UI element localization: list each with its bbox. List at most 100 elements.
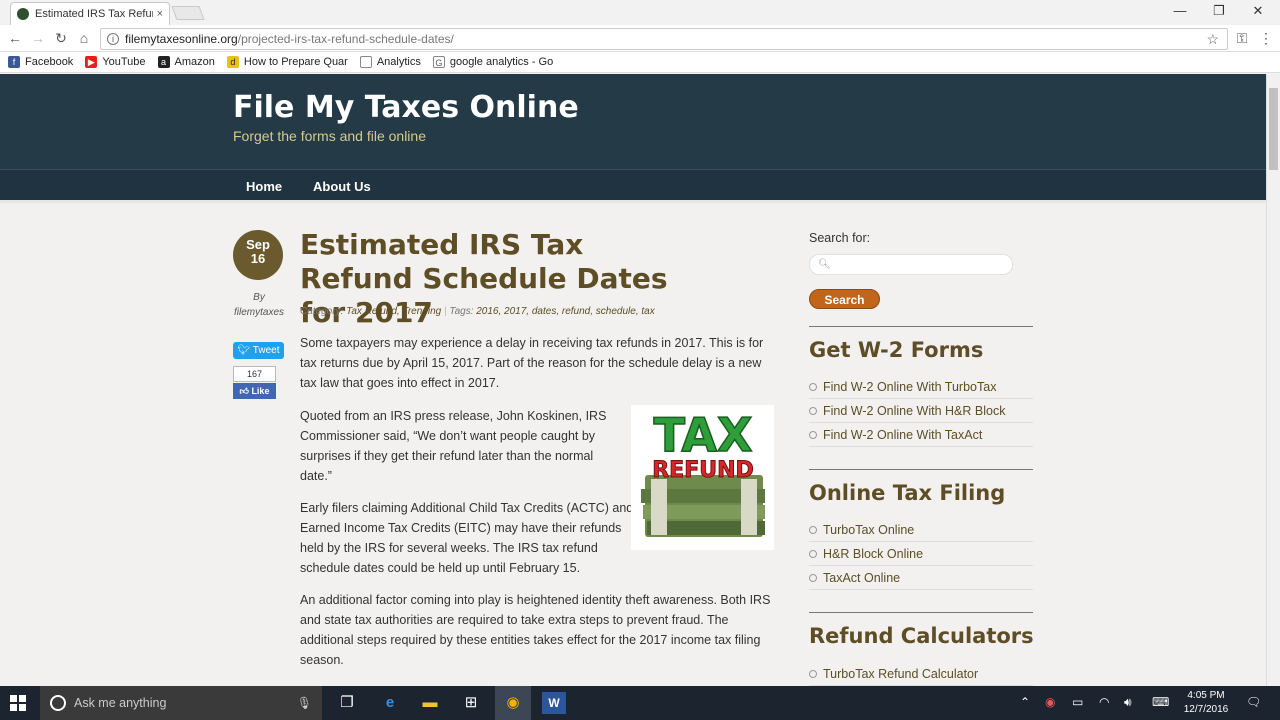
- bookmarks-bar: f Facebook ▶ YouTube a Amazon d How to Prepare …: [0, 52, 1280, 73]
- site-title[interactable]: File My Taxes Online: [233, 90, 579, 125]
- tag-links[interactable]: 2016, 2017, dates, refund, schedule, tax: [476, 306, 654, 317]
- post-byline: By filemytaxes: [233, 290, 285, 320]
- page-scrollbar[interactable]: [1266, 74, 1280, 686]
- edge-icon[interactable]: e: [378, 692, 402, 714]
- restore-button[interactable]: ❐: [1199, 3, 1239, 19]
- menu-icon[interactable]: ⋮: [1256, 30, 1276, 47]
- browser-tabstrip: Estimated IRS Tax Refund × — ❐ ✕: [0, 0, 1280, 25]
- task-view-icon[interactable]: ❐: [335, 692, 359, 714]
- post-meta: Category: Tax Refund, Trending | Tags: 2…: [300, 306, 655, 317]
- widget-list-w2: Find W-2 Online With TurboTax Find W-2 O…: [809, 375, 1033, 447]
- cortana-placeholder: Ask me anything: [74, 696, 167, 710]
- sidebar-search-input[interactable]: 🔍︎: [809, 254, 1013, 275]
- bookmark-item[interactable]: f Facebook: [8, 56, 73, 68]
- post-paragraph: An additional factor coming into play is…: [300, 593, 771, 667]
- list-item-label: TurboTax Refund Calculator: [823, 666, 979, 681]
- list-item-label: TaxAct Online: [823, 570, 901, 585]
- list-item-label: Find W-2 Online With TaxAct: [823, 427, 983, 442]
- list-item[interactable]: Find W-2 Online With TurboTax: [809, 375, 1033, 399]
- tweet-button[interactable]: 🐦︎ Tweet: [233, 342, 284, 359]
- bookmark-item[interactable]: Analytics: [359, 56, 421, 68]
- forward-icon[interactable]: →: [28, 30, 48, 46]
- bullet-icon: [809, 573, 817, 582]
- bookmark-label: google analytics - Go: [449, 56, 554, 68]
- list-item-label: Find W-2 Online With TurboTax: [823, 379, 997, 394]
- widget-title-w2: Get W-2 Forms: [809, 338, 984, 362]
- reload-icon[interactable]: ↻: [51, 30, 71, 47]
- info-icon[interactable]: i: [107, 33, 119, 45]
- microphone-icon[interactable]: 🎙︎: [297, 696, 312, 710]
- bookmark-item[interactable]: Ggoogle analytics - Go: [432, 56, 554, 68]
- taskbar-clock[interactable]: 4:05 PM 12/7/2016: [1178, 689, 1234, 717]
- bookmark-item[interactable]: d How to Prepare Quar: [226, 56, 348, 68]
- bullet-icon: [809, 382, 817, 391]
- site-tagline: Forget the forms and file online: [233, 128, 426, 144]
- tax-refund-image: TAX REFUND: [631, 405, 774, 550]
- like-label: Like: [251, 386, 270, 396]
- post-paragraph: Early filers claiming Additional Child T…: [300, 501, 634, 575]
- bullet-icon: [809, 669, 817, 678]
- chrome-icon[interactable]: ◉: [501, 692, 525, 714]
- bullet-icon: [809, 430, 817, 439]
- post-paragraph: Quoted from an IRS press release, John K…: [300, 409, 607, 483]
- list-item[interactable]: TaxAct Online: [809, 566, 1033, 590]
- close-window-button[interactable]: ✕: [1238, 3, 1278, 19]
- list-item[interactable]: H&R Block Online: [809, 542, 1033, 566]
- list-item[interactable]: TurboTax Refund Calculator: [809, 662, 1033, 686]
- search-icon: 🔍︎: [818, 259, 831, 270]
- scrollbar-thumb[interactable]: [1269, 88, 1278, 170]
- bookmark-star-icon[interactable]: ☆: [1206, 31, 1219, 48]
- home-icon[interactable]: ⌂: [74, 30, 94, 46]
- bookmark-item[interactable]: a Amazon: [157, 56, 215, 68]
- browser-tab[interactable]: Estimated IRS Tax Refund ×: [10, 2, 170, 25]
- keyboard-icon[interactable]: ⌨: [1152, 695, 1169, 709]
- tray-app-icon[interactable]: ◉: [1045, 695, 1055, 709]
- cortana-search-box[interactable]: Ask me anything 🎙︎: [40, 686, 322, 720]
- like-button[interactable]: 👍︎ Like: [233, 383, 276, 399]
- web-page: File My Taxes Online Forget the forms an…: [0, 74, 1266, 686]
- list-item-label: H&R Block Online: [823, 546, 924, 561]
- post-author[interactable]: filemytaxes: [233, 305, 285, 320]
- minimize-button[interactable]: —: [1160, 3, 1200, 18]
- extension-icon[interactable]: ⚿: [1232, 30, 1252, 47]
- url-host: filemytaxesonline.org: [125, 32, 238, 46]
- wifi-icon[interactable]: ◠: [1099, 695, 1109, 709]
- category-links[interactable]: Tax Refund, Trending: [346, 306, 441, 317]
- d-icon: d: [226, 56, 239, 68]
- notifications-icon[interactable]: 🗨︎: [1246, 695, 1261, 709]
- widget-title-refund-calculators: Refund Calculators: [809, 624, 1034, 648]
- divider: [809, 612, 1033, 613]
- nav-about-link[interactable]: About Us: [313, 179, 371, 194]
- back-icon[interactable]: ←: [5, 30, 25, 46]
- nav-home-link[interactable]: Home: [246, 179, 282, 194]
- bullet-icon: [809, 549, 817, 558]
- list-item[interactable]: Find W-2 Online With TaxAct: [809, 423, 1033, 447]
- site-header: File My Taxes Online Forget the forms an…: [0, 74, 1266, 169]
- widget-title-online-filing: Online Tax Filing: [809, 481, 1006, 505]
- tab-close-icon[interactable]: ×: [157, 8, 163, 20]
- list-item[interactable]: TurboTax Online: [809, 518, 1033, 542]
- list-item-label: Find W-2 Online With H&R Block: [823, 403, 1006, 418]
- list-item[interactable]: Find W-2 Online With H&R Block: [809, 399, 1033, 423]
- tray-chevron-icon[interactable]: ⌃: [1020, 695, 1030, 709]
- bookmark-item[interactable]: ▶ YouTube: [85, 56, 146, 68]
- windows-start-icon[interactable]: [10, 695, 26, 711]
- sidebar-search-button[interactable]: Search: [809, 289, 880, 309]
- clock-date: 12/7/2016: [1183, 704, 1229, 715]
- store-icon[interactable]: ⊞: [459, 692, 483, 714]
- divider: [809, 326, 1033, 327]
- post-date-badge: Sep 16: [233, 230, 283, 280]
- volume-icon[interactable]: 🔊︎: [1124, 695, 1132, 710]
- word-icon[interactable]: W: [542, 692, 566, 714]
- page-icon: [359, 56, 372, 68]
- image-text-refund: REFUND: [652, 458, 754, 483]
- youtube-icon: ▶: [85, 56, 98, 68]
- file-explorer-icon[interactable]: ▬: [418, 692, 442, 714]
- address-bar[interactable]: i filemytaxesonline.org/projected-irs-ta…: [100, 28, 1228, 50]
- cortana-icon: [50, 695, 66, 711]
- like-count: 167: [233, 366, 276, 382]
- thumbs-up-icon: 👍︎: [239, 386, 252, 396]
- new-tab-button[interactable]: [171, 6, 205, 20]
- bullet-icon: [809, 525, 817, 534]
- battery-icon[interactable]: ▭: [1072, 695, 1083, 709]
